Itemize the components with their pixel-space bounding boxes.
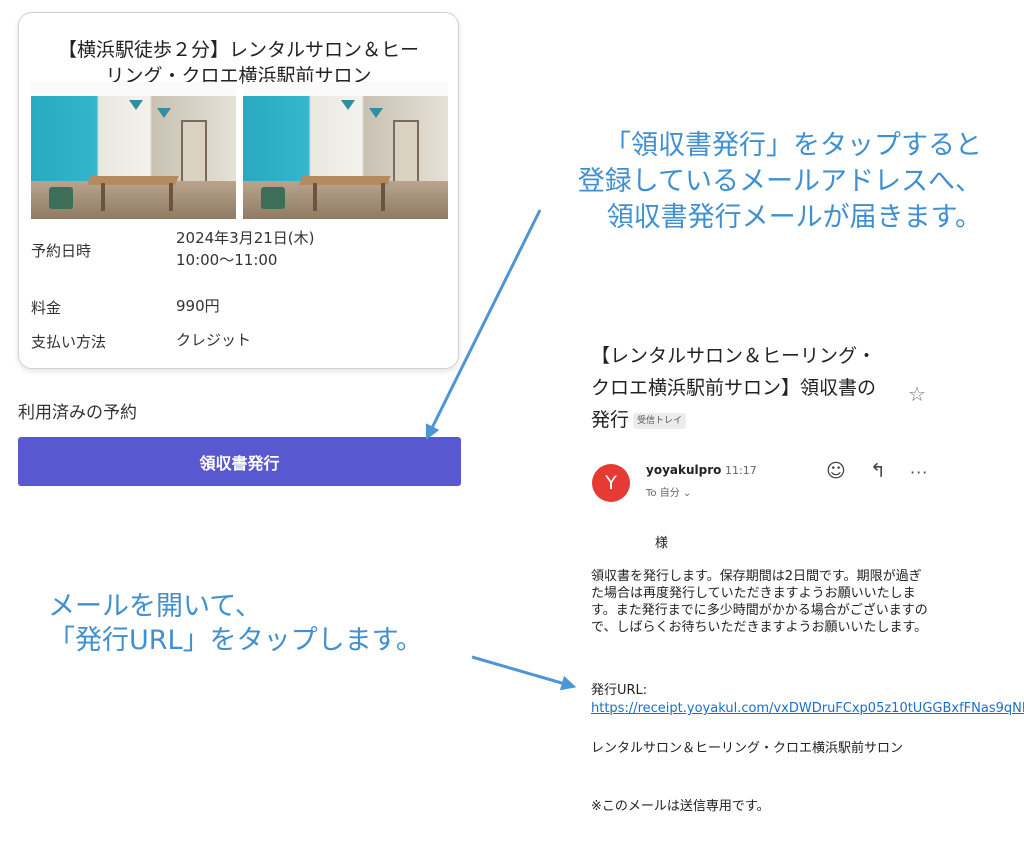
url-label: 発行URL:: [591, 683, 648, 698]
arrow-icon: [471, 655, 577, 691]
avatar: Y: [592, 464, 630, 502]
recipient-dropdown[interactable]: To 自分 ⌄: [646, 484, 691, 499]
annotation-line: 「発行URL」をタップします。: [48, 625, 423, 656]
payment-value: クレジット: [176, 331, 252, 349]
used-reservations-label: 利用済みの予約: [18, 403, 137, 423]
recipient-text: To 自分: [646, 488, 680, 499]
salon-photo-2: [243, 82, 448, 219]
detail-row-datetime: 予約日時 2024年3月21日(木) 10:00〜11:00: [31, 227, 451, 279]
booking-card: 【横浜駅徒歩２分】レンタルサロン＆ヒーリング・クロエ横浜駅前サロン 予約日時 2…: [18, 12, 459, 369]
price-value: 990円: [176, 297, 220, 315]
issue-receipt-button[interactable]: 領収書発行: [18, 437, 461, 486]
payment-label: 支払い方法: [31, 333, 107, 351]
date-value: 2024年3月21日(木): [176, 229, 315, 247]
email-body: 領収書を発行します。保存期間は2日間です。期限が過ぎた場合は再度発行していただき…: [591, 569, 928, 635]
email-subject: 【レンタルサロン＆ヒーリング・クロエ横浜駅前サロン】領収書の発行 受信トレイ: [591, 340, 891, 436]
star-icon[interactable]: ☆: [908, 382, 926, 406]
email-salutation: 様: [655, 536, 669, 551]
receipt-url-link[interactable]: https://receipt.yoyakul.com/vxDWDruFCxp0…: [591, 701, 1024, 716]
annotation-receipt-instructions: 「領収書発行」をタップすると 登録しているメールアドレスへ、 領収書発行メールが…: [578, 128, 982, 236]
price-label: 料金: [31, 299, 62, 317]
emoji-icon[interactable]: ☺: [826, 460, 846, 482]
reply-icon[interactable]: ↰: [870, 460, 886, 482]
annotation-line: 「領収書発行」をタップすると: [604, 130, 982, 161]
sender-name: yoyakulpro: [646, 463, 722, 477]
datetime-label: 予約日時: [31, 242, 92, 260]
chevron-down-icon: ⌄: [682, 488, 692, 499]
inbox-badge[interactable]: 受信トレイ: [633, 412, 687, 429]
salon-photos: [31, 82, 448, 219]
email-signature: レンタルサロン＆ヒーリング・クロエ横浜駅前サロン: [591, 741, 904, 756]
annotation-url-instructions: メールを開いて、 「発行URL」をタップします。: [48, 590, 423, 658]
datetime-value: 2024年3月21日(木) 10:00〜11:00: [176, 227, 315, 271]
detail-row-price: 料金 990円: [31, 297, 451, 319]
annotation-line: 領収書発行メールが届きます。: [606, 202, 982, 233]
time-value: 10:00〜11:00: [176, 251, 278, 269]
email-time: 11:17: [725, 464, 757, 477]
annotation-line: 登録しているメールアドレスへ、: [577, 166, 982, 197]
more-icon[interactable]: ···: [910, 463, 928, 482]
receipt-url-line: 発行URL: https://receipt.yoyakul.com/vxDWD…: [591, 682, 1024, 718]
send-only-notice: ※このメールは送信専用です。: [591, 799, 770, 814]
annotation-line: メールを開いて、: [48, 591, 262, 622]
salon-photo-1: [31, 82, 236, 219]
avatar-letter: Y: [605, 472, 617, 494]
detail-row-payment: 支払い方法 クレジット: [31, 331, 451, 353]
